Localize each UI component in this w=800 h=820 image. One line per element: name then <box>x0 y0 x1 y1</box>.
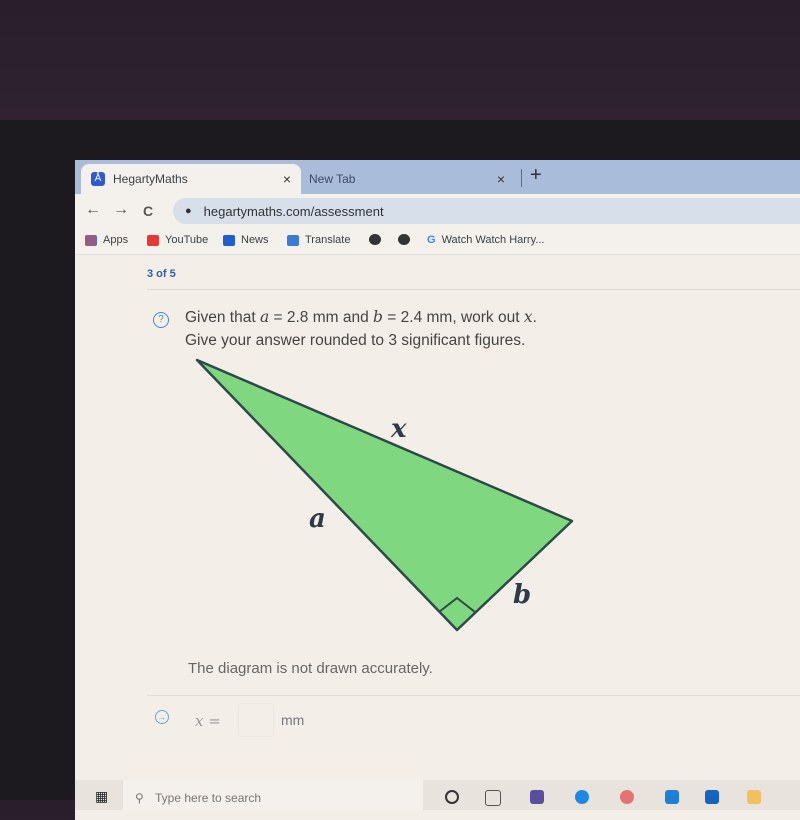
forward-button[interactable]: → <box>113 201 129 219</box>
google-icon: G <box>427 234 436 246</box>
assessment-page: 3 of 5 ? Given that a = 2.8 mm and b = 2… <box>75 255 800 820</box>
mail-icon[interactable] <box>705 790 719 804</box>
globe-icon <box>398 234 410 245</box>
new-tab-button[interactable]: + <box>530 164 542 187</box>
label-b: b <box>513 580 531 610</box>
answer-unit: mm <box>281 712 305 728</box>
answer-label: x = <box>195 712 221 730</box>
chrome-icon[interactable] <box>620 790 634 804</box>
bookmark-apps[interactable]: Apps <box>85 234 128 246</box>
address-bar[interactable]: ● hegartymaths.com/assessment <box>173 198 800 224</box>
bookmarks-bar: Apps YouTube News Translate G Watch Watc… <box>75 228 800 255</box>
edge-icon[interactable] <box>575 790 589 804</box>
store-icon[interactable] <box>530 790 544 804</box>
windows-start-icon[interactable]: ▦ <box>95 788 108 805</box>
close-icon[interactable]: × <box>283 171 291 187</box>
youtube-icon <box>147 234 159 246</box>
tab-label: New Tab <box>309 172 356 186</box>
bookmark-globe-1[interactable] <box>369 234 387 245</box>
triangle-diagram: x a b <box>195 358 574 632</box>
apps-grid-icon <box>85 234 97 246</box>
bookmark-globe-2[interactable] <box>398 234 416 245</box>
bookmark-translate[interactable]: Translate <box>287 234 350 246</box>
divider <box>147 695 800 696</box>
translate-icon <box>287 234 299 246</box>
bookmark-news[interactable]: News <box>223 234 269 246</box>
folder-icon[interactable] <box>747 790 761 804</box>
lock-icon: ● <box>185 205 192 217</box>
search-icon: ⚲ <box>135 791 144 805</box>
diagram-note: The diagram is not drawn accurately. <box>188 660 433 677</box>
url-text: hegartymaths.com/assessment <box>203 203 384 219</box>
news-icon <box>223 234 235 246</box>
reload-button[interactable]: C <box>143 203 153 219</box>
app-icon[interactable] <box>665 790 679 804</box>
cortana-icon[interactable] <box>445 790 459 804</box>
tab-hegartymaths[interactable]: Å HegartyMaths × <box>81 164 301 194</box>
back-button[interactable]: ← <box>85 201 101 219</box>
taskbar: ▦ ⚲ Type here to search <box>75 780 800 810</box>
task-view-icon[interactable] <box>485 790 501 806</box>
hegarty-logo-icon: Å <box>91 172 105 186</box>
taskbar-search[interactable]: ⚲ Type here to search <box>123 780 423 810</box>
tab-new-tab[interactable]: New Tab × <box>305 164 515 194</box>
label-a: a <box>309 504 326 534</box>
answer-input[interactable] <box>238 703 274 737</box>
submit-arrow-icon[interactable]: → <box>155 710 169 724</box>
bookmark-youtube[interactable]: YouTube <box>147 234 208 246</box>
close-icon[interactable]: × <box>497 171 505 187</box>
bookmark-watch[interactable]: G Watch Watch Harry... <box>427 234 544 246</box>
globe-icon <box>369 234 381 245</box>
tab-label: HegartyMaths <box>113 172 188 186</box>
browser-toolbar: ← → C ● hegartymaths.com/assessment <box>75 194 800 228</box>
tab-separator <box>521 169 522 187</box>
tab-strip: Å HegartyMaths × New Tab × + <box>75 160 800 194</box>
label-x: x <box>390 414 407 444</box>
screen: Å HegartyMaths × New Tab × + ← → C ● heg… <box>75 160 800 820</box>
